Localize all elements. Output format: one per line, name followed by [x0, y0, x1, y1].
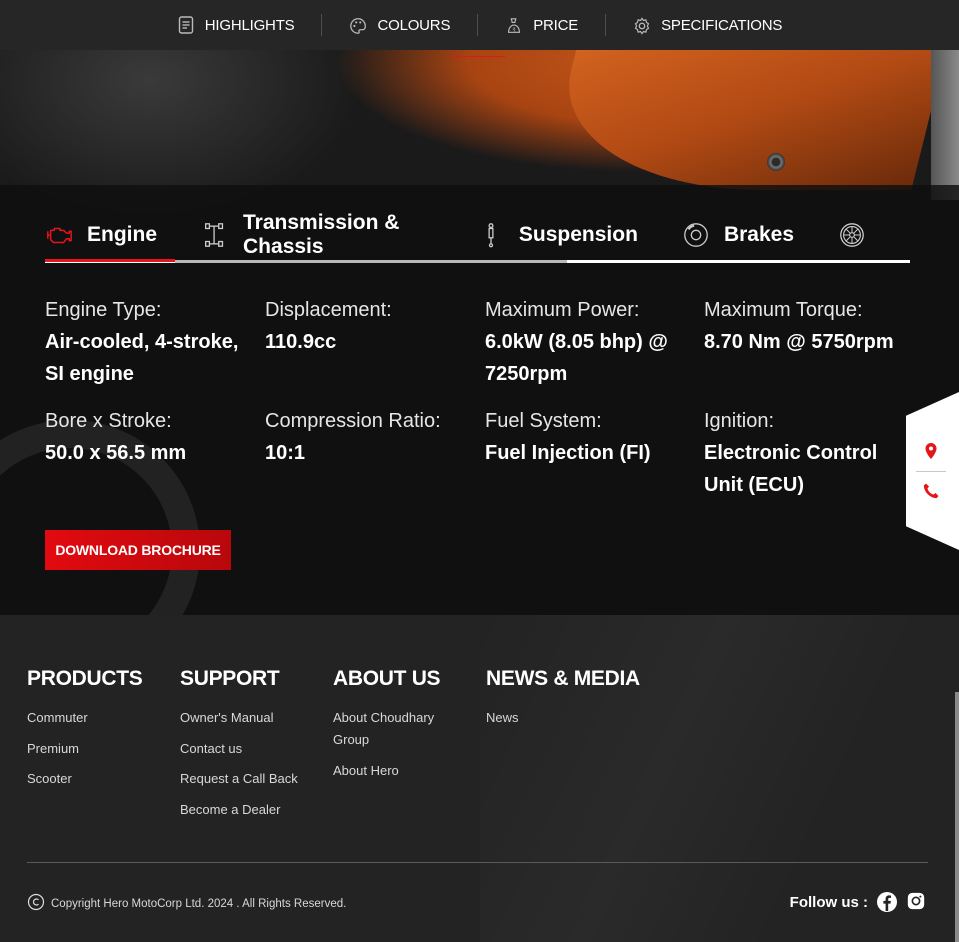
spec-tab-active-indicator	[45, 259, 175, 262]
palette-icon	[349, 16, 367, 34]
footer-link-commuter[interactable]: Commuter	[27, 707, 177, 729]
spec-label: Maximum Power:	[485, 299, 640, 321]
nav-specifications-label: SPECIFICATIONS	[661, 16, 783, 34]
spec-value: Fuel Injection (FI)	[485, 442, 651, 464]
spec-value: 6.0kW (8.05 bhp) @ 7250rpm	[485, 331, 668, 385]
bike-fender-image	[541, 40, 949, 190]
copyright: Copyright Hero MotoCorp Ltd. 2024 . All …	[27, 893, 346, 914]
side-panel-divider	[916, 471, 946, 472]
nav-highlights-label: HIGHLIGHTS	[204, 16, 295, 34]
section-nav: HIGHLIGHTS COLOURS ₹ PRICE SPECIFICATION…	[0, 0, 959, 50]
instagram-icon[interactable]	[906, 891, 928, 913]
footer-link-contact-us[interactable]: Contact us	[180, 738, 330, 760]
spec-label: Bore x Stroke:	[45, 410, 172, 432]
page-scrollbar[interactable]	[955, 692, 959, 942]
spec-value: Air-cooled, 4-stroke, SI engine	[45, 331, 239, 385]
footer-heading: NEWS & MEDIA	[486, 667, 640, 690]
follow-us-label: Follow us :	[789, 893, 868, 911]
tab-suspension-label: Suspension	[518, 223, 638, 246]
spec-compression-ratio: Compression Ratio: 10:1	[265, 407, 475, 469]
follow-us: Follow us :	[790, 891, 928, 913]
download-brochure-button[interactable]: DOWNLOAD BROCHURE	[45, 530, 231, 570]
spec-label: Fuel System:	[485, 410, 602, 432]
footer-link-scooter[interactable]: Scooter	[27, 768, 177, 790]
nav-specifications[interactable]: SPECIFICATIONS	[606, 14, 809, 36]
spec-tabs: Engine Transmission & Chassis Suspension…	[45, 211, 910, 258]
footer-heading: PRODUCTS	[27, 667, 143, 690]
spec-value: 50.0 x 56.5 mm	[45, 442, 187, 464]
nav-highlights[interactable]: HIGHLIGHTS	[150, 14, 323, 36]
nav-price-label: PRICE	[533, 16, 579, 34]
wheel-icon	[838, 221, 866, 249]
spec-fuel-system: Fuel System: Fuel Injection (FI)	[485, 407, 695, 469]
footer-heading: SUPPORT	[180, 667, 280, 690]
footer-link-premium[interactable]: Premium	[27, 738, 177, 760]
location-pin-icon[interactable]	[922, 442, 940, 460]
spec-label: Compression Ratio:	[265, 410, 441, 432]
copyright-text: Copyright Hero MotoCorp Ltd. 2024 . All …	[51, 897, 347, 910]
footer-link-about-hero[interactable]: About Hero	[333, 760, 463, 782]
bike-panel-image	[931, 40, 959, 200]
footer-link-owners-manual[interactable]: Owner's Manual	[180, 707, 330, 729]
nav-active-indicator	[451, 56, 505, 57]
facebook-icon[interactable]	[876, 891, 898, 913]
footer-col-products: PRODUCTS Commuter Premium Scooter	[27, 667, 177, 799]
chassis-icon	[201, 221, 229, 249]
engine-icon	[45, 221, 73, 249]
footer-col-news: NEWS & MEDIA News	[486, 667, 666, 738]
nav-colours[interactable]: COLOURS	[322, 14, 479, 36]
spec-tabs-scroll-thumb[interactable]	[175, 260, 567, 263]
tab-engine[interactable]: Engine	[45, 221, 157, 249]
tab-suspension[interactable]: Suspension	[477, 221, 638, 249]
gear-icon	[633, 16, 651, 35]
phone-icon[interactable]	[922, 482, 940, 500]
footer-link-become-dealer[interactable]: Become a Dealer	[180, 799, 330, 821]
nav-price[interactable]: ₹ PRICE	[478, 14, 607, 36]
footer-col-about: ABOUT US About Choudhary Group About Her…	[333, 667, 463, 790]
spec-bore-stroke: Bore x Stroke: 50.0 x 56.5 mm	[45, 407, 255, 469]
bike-bolt-image	[767, 153, 785, 171]
price-tag-icon: ₹	[505, 16, 523, 34]
spec-maximum-power: Maximum Power: 6.0kW (8.05 bhp) @ 7250rp…	[485, 296, 695, 390]
footer-link-about-choudhary[interactable]: About Choudhary Group	[333, 707, 463, 751]
spec-value: 110.9cc	[265, 331, 337, 353]
side-contact-panel	[906, 392, 959, 550]
spec-label: Maximum Torque:	[704, 299, 863, 321]
copyright-icon	[27, 893, 45, 914]
spec-engine-type: Engine Type: Air-cooled, 4-stroke, SI en…	[45, 296, 255, 390]
tab-transmission-chassis-label: Transmission & Chassis	[243, 211, 400, 258]
tab-brakes[interactable]: Brakes	[682, 221, 794, 249]
tab-engine-label: Engine	[87, 223, 158, 246]
footer-link-news[interactable]: News	[486, 707, 666, 729]
footer-heading: ABOUT US	[333, 667, 441, 690]
spec-ignition: Ignition: Electronic Control Unit (ECU)	[704, 407, 919, 501]
footer-link-request-call-back[interactable]: Request a Call Back	[180, 768, 330, 790]
spec-value: 10:1	[265, 442, 306, 464]
tab-transmission-chassis[interactable]: Transmission & Chassis	[201, 211, 433, 259]
footer-col-support: SUPPORT Owner's Manual Contact us Reques…	[180, 667, 330, 829]
tab-brakes-label: Brakes	[723, 223, 794, 246]
spec-maximum-torque: Maximum Torque: 8.70 Nm @ 5750rpm	[704, 296, 914, 358]
spec-displacement: Displacement: 110.9cc	[265, 296, 475, 358]
nav-colours-label: COLOURS	[377, 16, 451, 34]
brake-disc-icon	[682, 221, 710, 249]
spec-label: Displacement:	[265, 299, 392, 321]
spec-value: 8.70 Nm @ 5750rpm	[704, 331, 894, 353]
suspension-icon	[477, 221, 505, 249]
document-icon	[177, 16, 195, 34]
spec-label: Ignition:	[704, 410, 775, 432]
spec-label: Engine Type:	[45, 299, 162, 321]
spec-value: Electronic Control Unit (ECU)	[704, 442, 878, 496]
footer-divider	[27, 862, 928, 863]
tab-wheels[interactable]	[838, 221, 866, 249]
footer: PRODUCTS Commuter Premium Scooter SUPPOR…	[0, 615, 959, 942]
